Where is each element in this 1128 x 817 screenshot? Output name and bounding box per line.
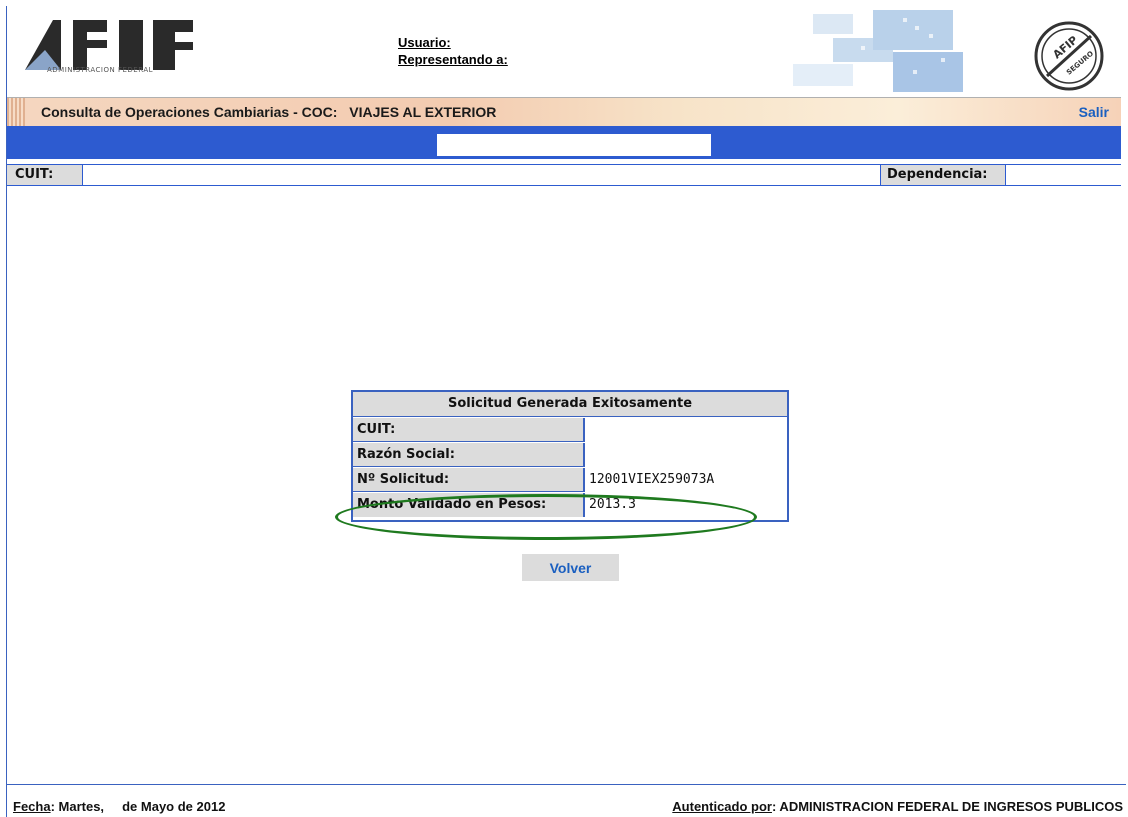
exit-link[interactable]: Salir [1079,104,1109,120]
user-label: Usuario: [398,35,451,50]
logo-subtitle: ADMINISTRACION FEDERAL [47,66,154,74]
page-frame: ADMINISTRACION FEDERAL Usuario: Represen… [6,6,1126,817]
title-bar: Consulta de Operaciones Cambiarias - COC… [7,97,1121,127]
blue-banner [7,126,1121,159]
back-button[interactable]: Volver [522,554,619,581]
highlight-oval [335,494,757,540]
auth-label: Autenticado por [672,799,772,814]
afip-logo [25,20,193,70]
result-title: Solicitud Generada Exitosamente [353,392,787,417]
footer-auth: Autenticado por: ADMINISTRACION FEDERAL … [672,799,1123,814]
auth-value: : ADMINISTRACION FEDERAL DE INGRESOS PUB… [771,799,1123,814]
page-title-sub: VIAJES AL EXTERIOR [349,104,497,120]
banner-field[interactable] [437,134,711,156]
dependencia-label: Dependencia: [880,165,1006,185]
razon-social-row-label: Razón Social: [353,443,585,467]
info-bar: CUIT: Dependencia: [7,164,1121,186]
header: ADMINISTRACION FEDERAL Usuario: Represen… [7,6,1126,96]
user-info: Usuario: Representando a: [398,34,508,68]
cuit-label: CUIT: [7,165,83,185]
title-stripes [7,98,25,126]
cuit-row-label: CUIT: [353,418,585,442]
page-title: Consulta de Operaciones Cambiarias - COC… [41,104,496,120]
fecha-label: Fecha [13,799,51,814]
footer-date: Fecha: Martes, de Mayo de 2012 [13,799,225,814]
secure-site-seal-icon: AFIP SEGURO [1034,21,1104,91]
footer-divider [7,784,1126,785]
solicitud-row-value: 12001VIEX259073A [589,472,715,487]
page-title-main: Consulta de Operaciones Cambiarias - COC… [41,104,338,120]
decorative-mosaic [773,8,963,94]
fecha-value: : Martes, de Mayo de 2012 [50,799,226,814]
representing-label: Representando a: [398,52,508,67]
solicitud-row-label: Nº Solicitud: [353,468,585,492]
